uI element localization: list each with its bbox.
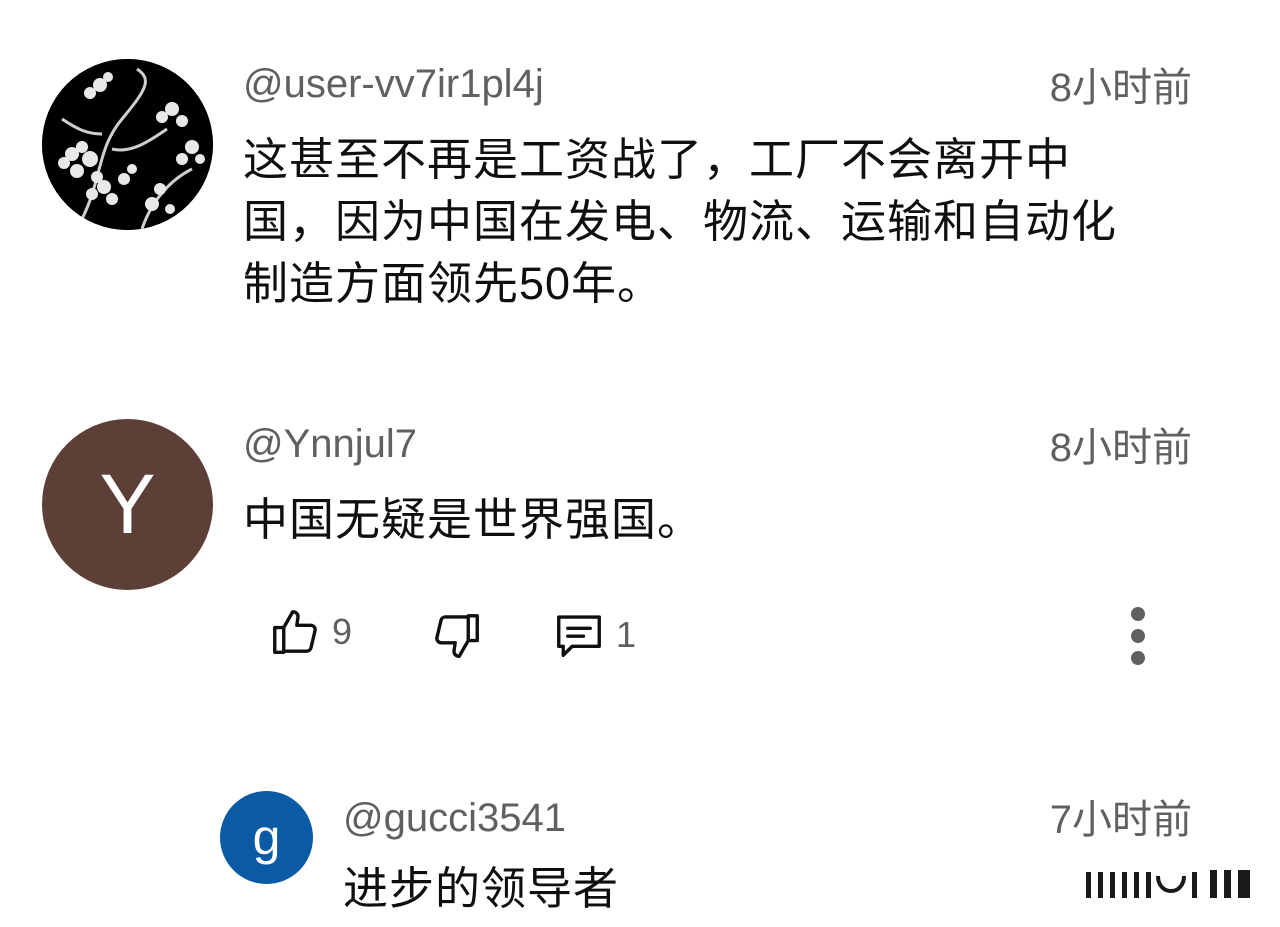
watermark-icon bbox=[1086, 870, 1250, 898]
reply-button[interactable]: 1 bbox=[552, 608, 636, 662]
comment-author-handle[interactable]: @gucci3541 bbox=[343, 798, 566, 838]
comment-action-bar: 9 1 bbox=[0, 600, 1280, 670]
comment-author-handle[interactable]: @Ynnjul7 bbox=[243, 424, 417, 464]
blossom-avatar-image bbox=[42, 59, 213, 230]
avatar-gucci3541[interactable]: g bbox=[220, 791, 313, 884]
comment-body: 这甚至不再是工资战了，工厂不会离开中 国，因为中国在发电、物流、运输和自动化 制… bbox=[243, 129, 1203, 315]
thumbs-up-icon bbox=[273, 610, 317, 654]
comment-body: 进步的领导者 bbox=[343, 863, 620, 914]
avatar-ynnjul7[interactable]: Y bbox=[42, 419, 213, 590]
thumbs-down-icon bbox=[435, 614, 479, 658]
comment-body-line: 制造方面领先50年。 bbox=[243, 258, 664, 309]
avatar-user-vv7ir1pl4j[interactable] bbox=[42, 59, 213, 230]
avatar-letter: g bbox=[252, 808, 281, 865]
avatar-letter: Y bbox=[99, 456, 156, 551]
comment-body-line: 国，因为中国在发电、物流、运输和自动化 bbox=[243, 196, 1118, 247]
reply-count: 1 bbox=[616, 614, 637, 655]
comment-timestamp: 7小时前 bbox=[1049, 798, 1192, 842]
comment-author-handle[interactable]: @user-vv7ir1pl4j bbox=[243, 64, 544, 104]
more-vertical-icon[interactable] bbox=[1120, 604, 1156, 668]
comment-timestamp: 8小时前 bbox=[1049, 66, 1192, 110]
comment-icon bbox=[557, 615, 601, 657]
comment-timestamp: 8小时前 bbox=[1049, 426, 1192, 470]
comment-body-line: 这甚至不再是工资战了，工厂不会离开中 bbox=[243, 134, 1072, 185]
like-count: 9 bbox=[332, 611, 353, 652]
like-button[interactable]: 9 bbox=[268, 604, 352, 660]
comment-body: 中国无疑是世界强国。 bbox=[243, 494, 704, 545]
dislike-button[interactable] bbox=[430, 608, 484, 664]
